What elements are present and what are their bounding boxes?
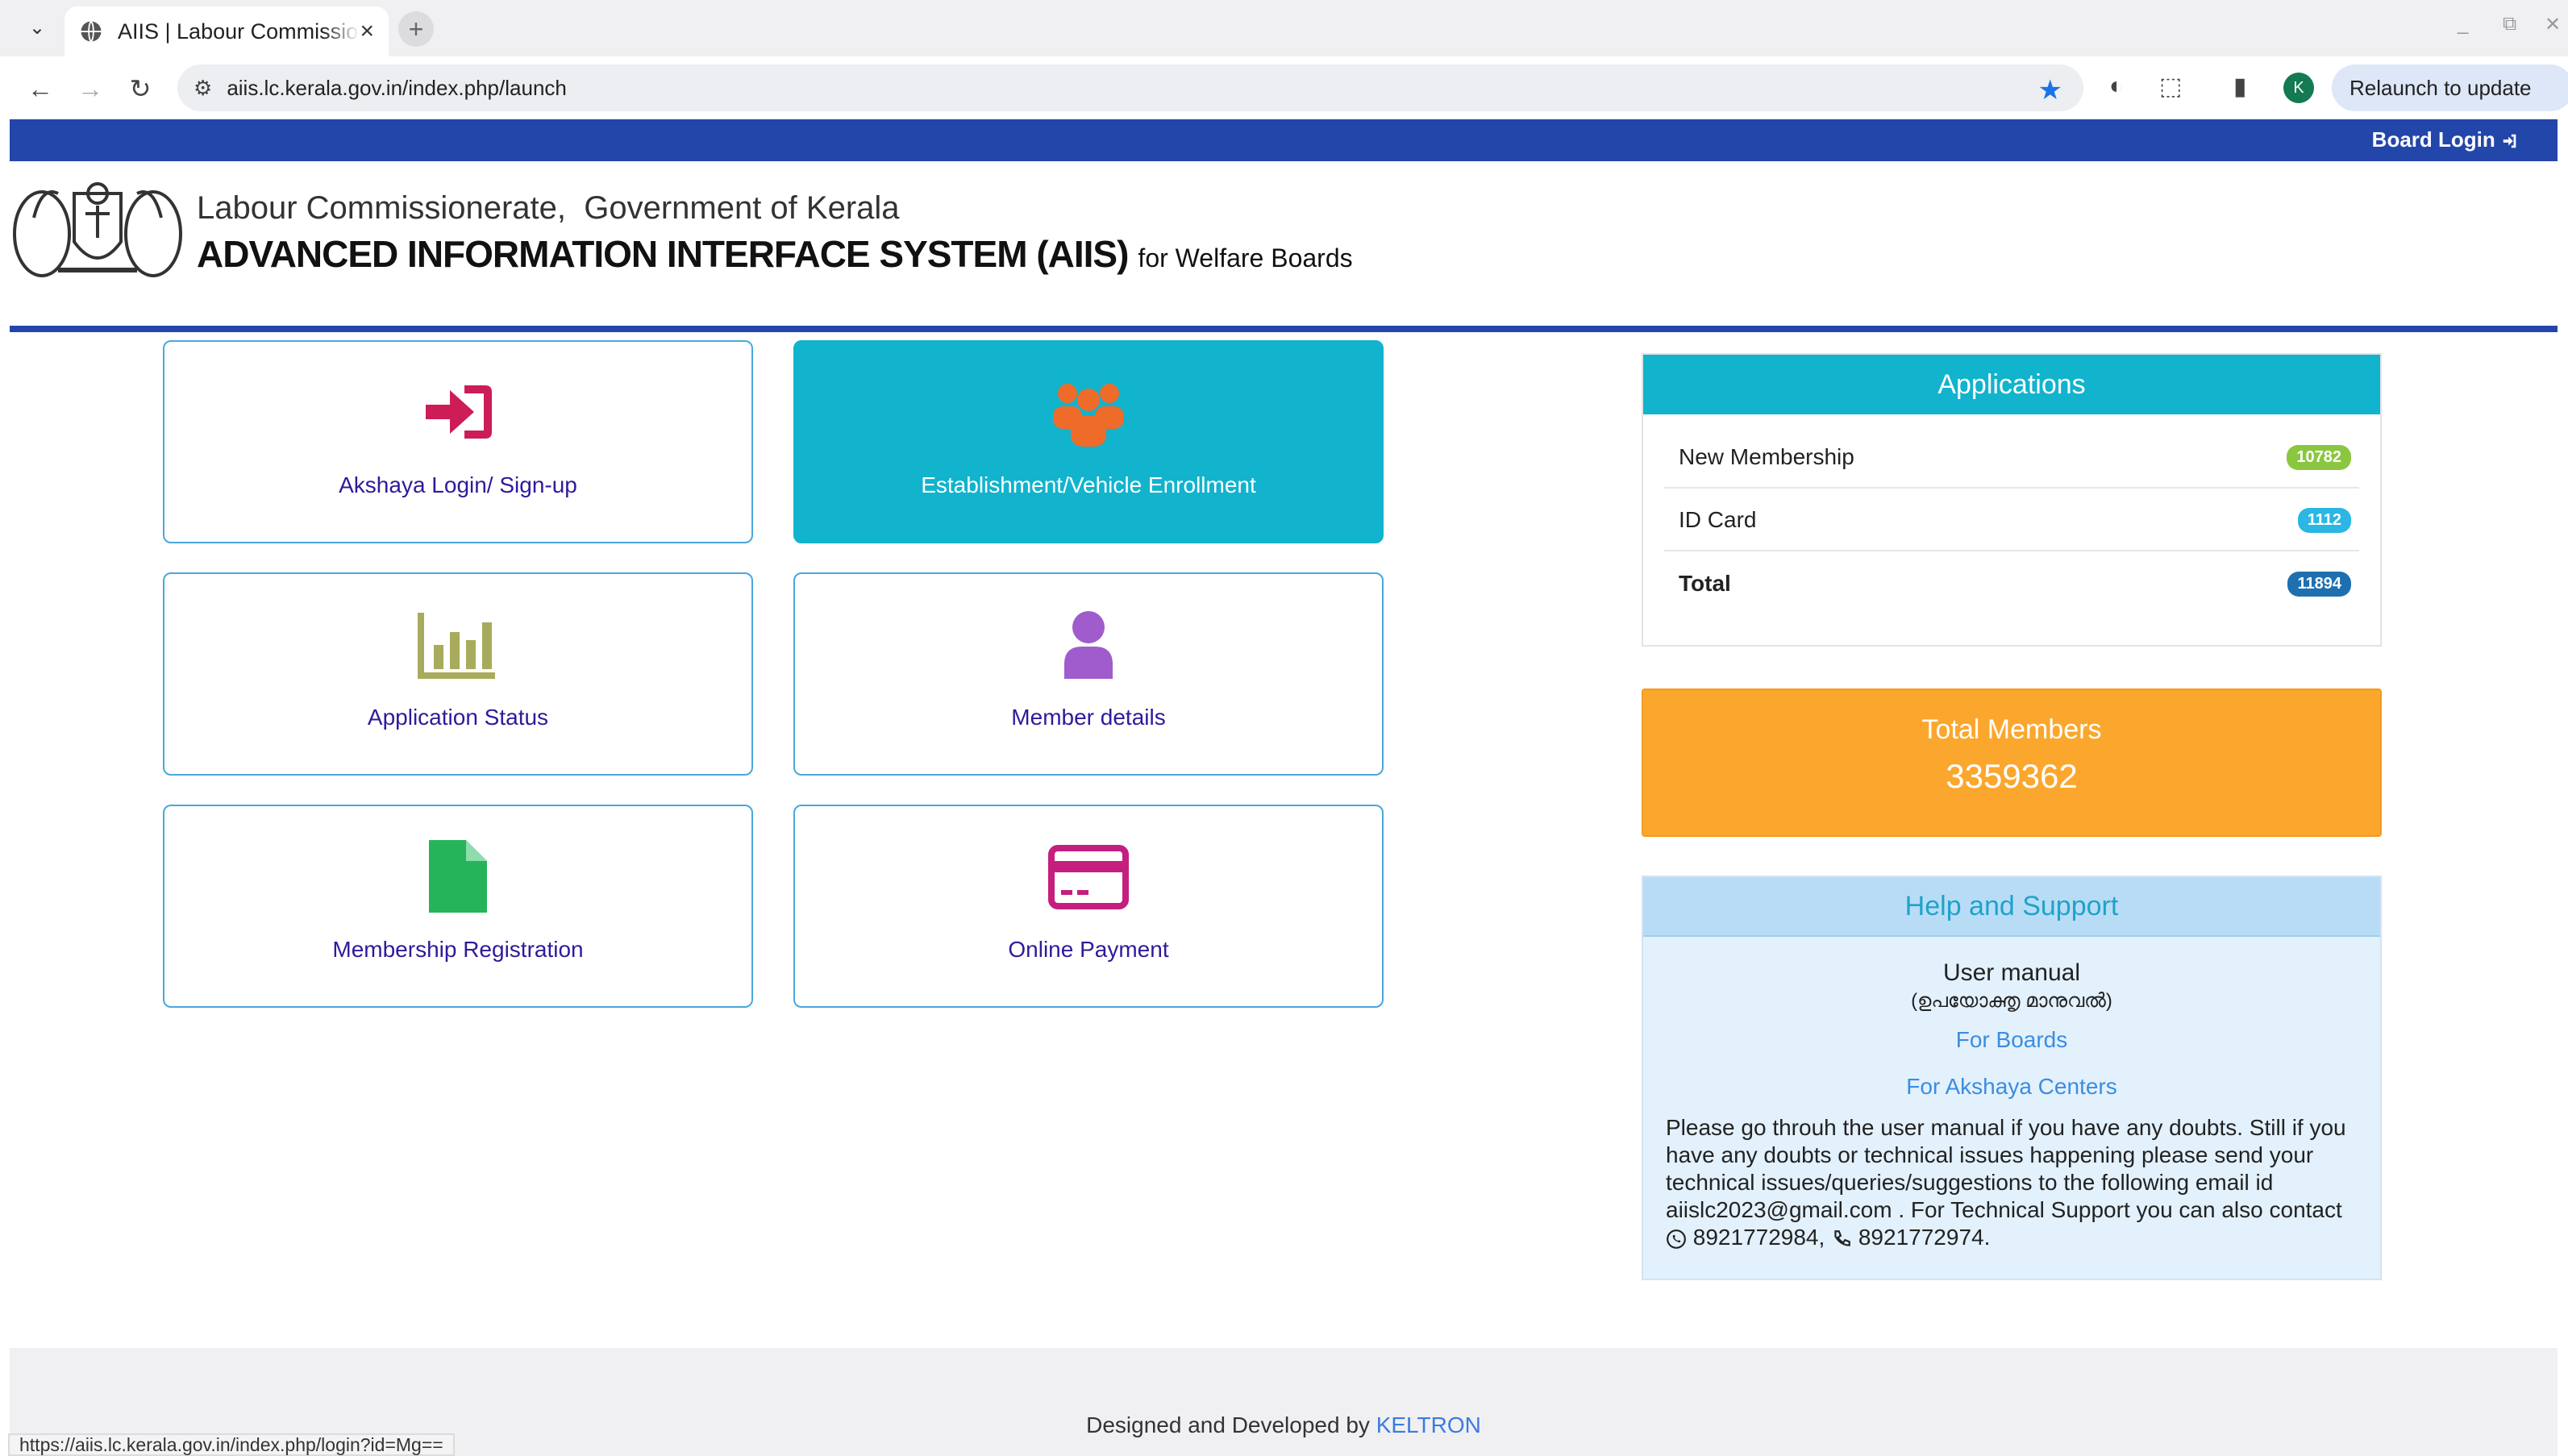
restore-icon[interactable]: ⧉: [2503, 13, 2516, 35]
tab-search-button[interactable]: ⌄: [18, 11, 56, 44]
for-akshaya-centers-link[interactable]: For Akshaya Centers: [1643, 1074, 2380, 1100]
list-item: ID Card 1112: [1664, 490, 2359, 551]
tile-label: Akshaya Login/ Sign-up: [339, 472, 577, 497]
board-login-link[interactable]: Board Login: [2372, 127, 2519, 152]
phone-icon: [1834, 1229, 1850, 1246]
url-text: aiis.lc.kerala.gov.in/index.php/launch: [227, 75, 567, 100]
web-page: Board Login Labour Commissionerate, Gove…: [10, 119, 2558, 1456]
extension-icon[interactable]: ◐: [2109, 73, 2124, 100]
members-count: 3359362: [1946, 757, 2078, 795]
applications-panel: Applications New Membership 10782 ID Car…: [1642, 353, 2382, 647]
credit-card-icon: [1048, 845, 1129, 909]
sign-in-icon: [2503, 134, 2516, 148]
akshaya-login-tile[interactable]: Akshaya Login/ Sign-up: [163, 340, 753, 543]
tile-label: Establishment/Vehicle Enrollment: [921, 472, 1256, 497]
count-badge: 10782: [2287, 444, 2351, 470]
tile-label: Application Status: [367, 705, 549, 730]
help-support-panel: Help and Support User manual (ഉപയോക്തൃ മ…: [1642, 876, 2382, 1280]
user-icon: [1064, 611, 1113, 679]
for-boards-link[interactable]: For Boards: [1643, 1027, 2380, 1053]
phone-number: 8921772974.: [1858, 1225, 1991, 1250]
count-badge: 1112: [2297, 507, 2351, 533]
member-details-tile[interactable]: Member details: [793, 572, 1384, 776]
user-manual-heading: User manual: [1942, 959, 2081, 986]
new-tab-button[interactable]: +: [398, 11, 434, 47]
header-subtitle: for Welfare Boards: [1138, 243, 1353, 272]
group-icon: [1053, 384, 1124, 447]
browser-tab[interactable]: AIIS | Labour Commissionerate ×: [65, 6, 389, 56]
address-bar[interactable]: ⚙ aiis.lc.kerala.gov.in/index.php/launch…: [177, 64, 2083, 111]
membership-registration-tile[interactable]: Membership Registration: [163, 805, 753, 1008]
tab-title: AIIS | Labour Commissionerate: [118, 19, 360, 44]
whatsapp-number: 8921772984,: [1692, 1225, 1825, 1250]
site-settings-icon[interactable]: ⚙: [194, 76, 212, 101]
bar-chart-icon: [418, 613, 495, 679]
header-department: Labour Commissionerate, Government of Ke…: [197, 190, 900, 226]
count-badge: 11894: [2287, 571, 2351, 597]
minimize-icon[interactable]: _: [2458, 13, 2468, 35]
whatsapp-icon: [1667, 1229, 1686, 1249]
status-bar-url: https://aiis.lc.kerala.gov.in/index.php/…: [8, 1433, 455, 1456]
puzzle-icon[interactable]: ⬚: [2159, 73, 2182, 101]
application-label: ID Card: [1679, 507, 1757, 532]
help-title: Help and Support: [1643, 877, 2380, 937]
header-divider: [10, 326, 2558, 332]
help-text: Please go throuh the user manual if you …: [1666, 1115, 2346, 1250]
keltron-link[interactable]: KELTRON: [1376, 1412, 1481, 1437]
list-item: New Membership 10782: [1664, 427, 2359, 489]
tile-label: Membership Registration: [332, 937, 584, 962]
back-arrow-icon[interactable]: ←: [23, 71, 58, 106]
profile-avatar[interactable]: K: [2283, 73, 2314, 103]
kerala-emblem-logo: [13, 182, 182, 277]
header-title: ADVANCED INFORMATION INTERFACE SYSTEM (A…: [197, 233, 1353, 275]
reload-icon[interactable]: ↻: [123, 71, 158, 106]
application-label: New Membership: [1679, 444, 1854, 469]
browser-tab-bar: ⌄ AIIS | Labour Commissionerate × + _ ⧉ …: [0, 0, 2568, 56]
top-bar: Board Login: [10, 119, 2558, 161]
relaunch-button[interactable]: Relaunch to update: [2332, 64, 2568, 111]
members-title: Total Members: [1921, 714, 2102, 745]
online-payment-tile[interactable]: Online Payment: [793, 805, 1384, 1008]
total-members-panel: Total Members 3359362: [1642, 688, 2382, 837]
tile-label: Online Payment: [1008, 937, 1169, 962]
user-manual-malayalam: (ഉപയോക്തൃ മാനുവൽ): [1911, 990, 2112, 1012]
globe-icon: [81, 20, 102, 43]
tile-label: Member details: [1011, 705, 1166, 730]
application-status-tile[interactable]: Application Status: [163, 572, 753, 776]
establishment-enrollment-tile[interactable]: Establishment/Vehicle Enrollment: [793, 340, 1384, 543]
sign-in-icon: [426, 385, 492, 439]
close-icon[interactable]: ×: [360, 18, 374, 45]
forward-arrow-icon[interactable]: →: [73, 71, 108, 106]
applications-title: Applications: [1643, 355, 2380, 414]
application-label: Total: [1679, 571, 1731, 596]
list-item: Total 11894: [1664, 553, 2359, 614]
side-panel-icon[interactable]: ▮: [2233, 73, 2247, 101]
browser-toolbar: ← → ↻ ⚙ aiis.lc.kerala.gov.in/index.php/…: [0, 56, 2568, 119]
relaunch-label: Relaunch to update: [2349, 75, 2532, 100]
bookmark-star-icon[interactable]: ★: [2038, 74, 2062, 106]
file-icon: [429, 840, 487, 913]
window-close-icon[interactable]: ✕: [2545, 13, 2561, 36]
